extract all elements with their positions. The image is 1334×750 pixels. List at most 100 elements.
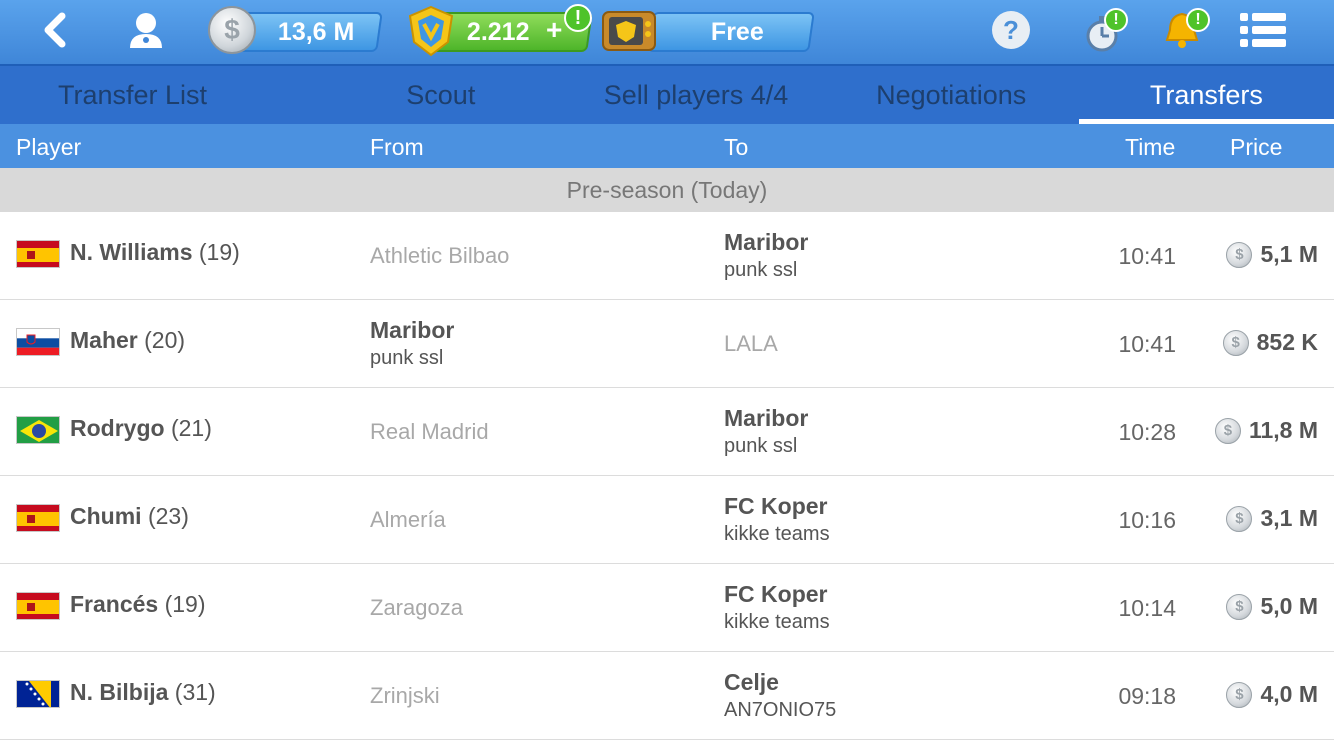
table-row[interactable]: Rodrygo (21) Real Madrid Maribor punk ssl 10…: [0, 388, 1334, 476]
coin-icon: $: [208, 6, 256, 54]
table-row[interactable]: N. Williams (19) Athletic Bilbao Maribor pu…: [0, 212, 1334, 300]
coin-icon: $: [1214, 417, 1241, 444]
to-club-team: Celje: [724, 669, 779, 695]
from-club[interactable]: Maribor punk ssl: [370, 317, 454, 370]
flag-icon-spain: [16, 240, 60, 268]
market-tabs: Transfer List Scout Sell players 4/4 Neg…: [0, 64, 1334, 124]
player-age: (20): [144, 327, 186, 353]
transfer-time: 09:18: [1118, 683, 1176, 709]
player-name-text: Maher: [70, 327, 138, 353]
notifications-alert-badge: !: [1186, 8, 1210, 32]
coin-icon: $: [1222, 329, 1249, 356]
from-club[interactable]: Almería: [370, 507, 446, 533]
from-club[interactable]: Zrinjski: [370, 683, 440, 709]
to-club-team: FC Koper: [724, 493, 828, 519]
column-time: Time: [1125, 134, 1176, 160]
table-header: Player From To Time Price: [0, 124, 1334, 168]
to-club[interactable]: Maribor punk ssl: [724, 229, 808, 282]
price-value: 11,8 M: [1248, 417, 1318, 443]
player-name-text: N. Bilbija: [70, 679, 169, 705]
tv-video-icon: [602, 11, 656, 51]
from-club[interactable]: Athletic Bilbao: [370, 243, 509, 269]
tab-transfers[interactable]: Transfers: [1078, 66, 1334, 124]
flag-icon-brazil: [16, 416, 60, 444]
player-name-text: Francés: [70, 591, 159, 617]
to-club-manager: AN7ONIO75: [724, 699, 837, 721]
column-price: Price: [1230, 134, 1283, 160]
from-club[interactable]: Real Madrid: [370, 419, 489, 445]
to-club-manager: kikke teams: [724, 611, 830, 633]
section-header: Pre-season (Today): [0, 168, 1334, 212]
transfer-price: $3,1 M: [1226, 505, 1318, 532]
column-player: Player: [16, 134, 82, 160]
buy-tokens-plus[interactable]: +: [546, 14, 562, 46]
player-name[interactable]: N. Williams (19): [70, 239, 240, 266]
tokens-balance: 2.212: [466, 17, 530, 46]
price-value: 3,1 M: [1260, 505, 1318, 531]
price-value: 852 K: [1256, 329, 1318, 355]
flag-icon-spain: [16, 592, 60, 620]
table-row[interactable]: N. Bilbija (31) Zrinjski Celje AN7ONIO75 09:…: [0, 652, 1334, 740]
player-name[interactable]: N. Bilbija (31): [70, 679, 216, 706]
to-club[interactable]: FC Koper kikke teams: [724, 493, 830, 546]
column-to: To: [724, 134, 749, 160]
from-club-team: Maribor: [370, 317, 455, 343]
tab-negotiations[interactable]: Negotiations: [824, 66, 1079, 124]
coin-icon: $: [1226, 593, 1253, 620]
coin-icon: $: [1226, 681, 1253, 708]
free-tokens-button[interactable]: Free: [647, 12, 815, 52]
flag-icon-spain: [16, 504, 60, 532]
transfer-time: 10:28: [1118, 419, 1176, 445]
money-balance: 13,6 M: [277, 17, 355, 46]
flag-icon-bosnia: [16, 680, 60, 708]
transfer-time: 10:41: [1118, 331, 1176, 357]
table-row[interactable]: Maher (20) Maribor punk ssl LALA 10:41 $852 K: [0, 300, 1334, 388]
coin-icon: $: [1226, 241, 1253, 268]
player-name-text: N. Williams: [70, 239, 193, 265]
price-value: 5,0 M: [1260, 593, 1318, 619]
stopwatch-alert-badge: !: [1104, 8, 1128, 32]
to-club-team: Maribor: [724, 229, 809, 255]
menu-list-icon[interactable]: [1240, 12, 1286, 48]
coin-icon: $: [1226, 505, 1253, 532]
player-age: (19): [164, 591, 206, 617]
transfer-time: 10:16: [1118, 507, 1176, 533]
table-row[interactable]: Francés (19) Zaragoza FC Koper kikke teams 1…: [0, 564, 1334, 652]
transfer-price: $5,1 M: [1226, 241, 1318, 268]
transfer-price: $852 K: [1222, 329, 1318, 356]
to-club[interactable]: Maribor punk ssl: [724, 405, 808, 458]
player-age: (19): [198, 239, 240, 265]
free-label: Free: [710, 17, 764, 46]
player-name[interactable]: Chumi (23): [70, 503, 189, 530]
to-club-team: FC Koper: [724, 581, 828, 607]
to-club[interactable]: FC Koper kikke teams: [724, 581, 830, 634]
column-from: From: [370, 134, 424, 160]
to-club[interactable]: Celje AN7ONIO75: [724, 669, 836, 722]
transfer-price: $11,8 M: [1214, 417, 1318, 444]
from-club-manager: punk ssl: [370, 347, 444, 369]
player-name[interactable]: Rodrygo (21): [70, 415, 212, 442]
help-icon[interactable]: ?: [992, 11, 1030, 49]
token-shield-icon: [408, 5, 454, 57]
transfer-time: 10:14: [1118, 595, 1176, 621]
to-club-manager: kikke teams: [724, 523, 830, 545]
player-age: (21): [170, 415, 212, 441]
to-club[interactable]: LALA: [724, 331, 778, 357]
tab-scout[interactable]: Scout: [313, 66, 568, 124]
transfer-price: $4,0 M: [1226, 681, 1318, 708]
player-age: (31): [174, 679, 216, 705]
tab-sell-players[interactable]: Sell players 4/4: [568, 66, 823, 124]
flag-icon-slovenia: [16, 328, 60, 356]
back-arrow-icon[interactable]: [36, 10, 76, 50]
table-row[interactable]: Chumi (23) Almería FC Koper kikke teams 10:1…: [0, 476, 1334, 564]
from-club[interactable]: Zaragoza: [370, 595, 463, 621]
player-name[interactable]: Francés (19): [70, 591, 206, 618]
player-name-text: Chumi: [70, 503, 142, 529]
price-value: 5,1 M: [1260, 241, 1318, 267]
top-bar: 13,6 M $ 2.212 + ! Free ? ! !: [0, 0, 1334, 64]
to-club-team: Maribor: [724, 405, 809, 431]
tab-transfer-list[interactable]: Transfer List: [0, 66, 313, 124]
profile-icon[interactable]: [124, 8, 168, 52]
transfers-list: N. Williams (19) Athletic Bilbao Maribor pu…: [0, 212, 1334, 740]
player-name[interactable]: Maher (20): [70, 327, 185, 354]
